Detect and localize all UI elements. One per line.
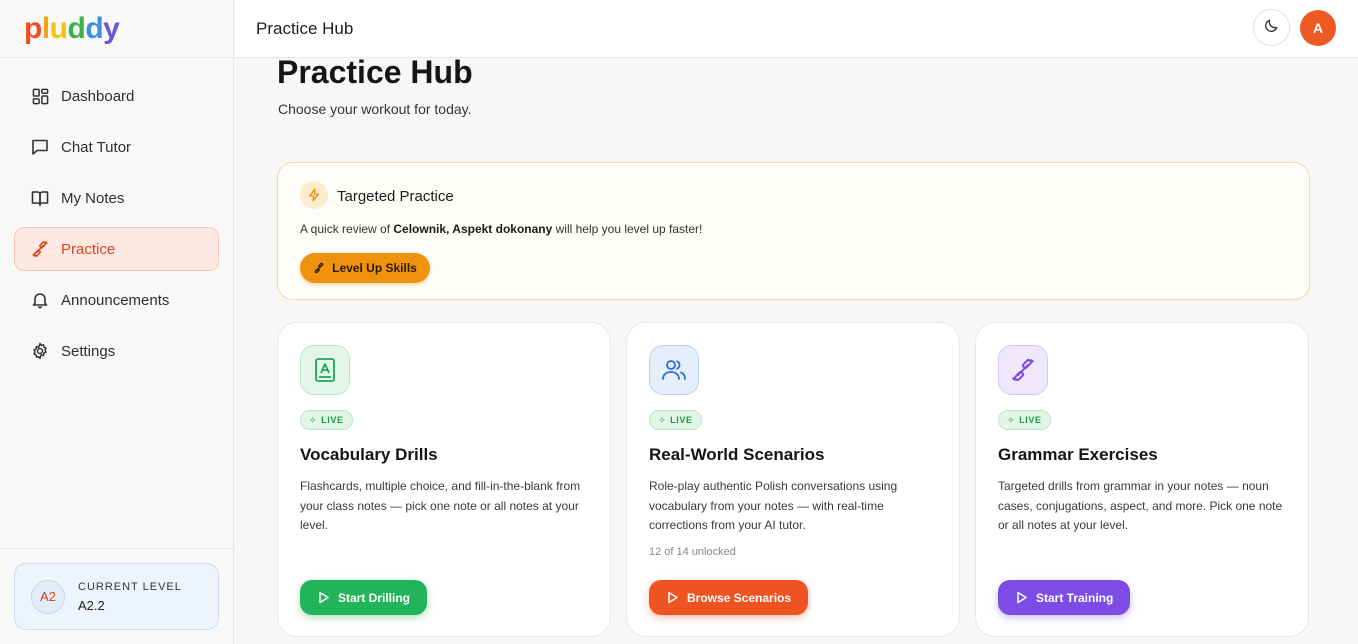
- live-badge: ✧ LIVE: [998, 410, 1051, 430]
- sidebar-item-label: Dashboard: [61, 87, 135, 105]
- sidebar-item-label: Settings: [61, 342, 116, 360]
- lightning-icon: [300, 181, 328, 209]
- logo-letter: d: [85, 11, 104, 45]
- level-up-skills-button[interactable]: Level Up Skills: [300, 253, 430, 283]
- play-icon: [1016, 591, 1028, 604]
- dumbbell-icon: [998, 345, 1048, 395]
- sparkle-icon: ✧: [1007, 414, 1016, 425]
- sidebar-item-settings[interactable]: Settings: [14, 329, 219, 373]
- sidebar-item-label: Announcements: [61, 291, 170, 309]
- header-title: Practice Hub: [256, 18, 354, 38]
- card-description: Role-play authentic Polish conversations…: [649, 479, 898, 532]
- badge-label: LIVE: [1019, 415, 1042, 425]
- level-value: A2.2: [78, 597, 105, 613]
- dumbbell-icon: [313, 262, 325, 274]
- logo-letter: l: [41, 11, 50, 45]
- badge-label: LIVE: [321, 415, 344, 425]
- flashcard-icon: [300, 345, 350, 395]
- logo-letter: p: [24, 11, 42, 45]
- sidebar-divider: [0, 548, 234, 549]
- sparkle-icon: ✧: [309, 414, 318, 425]
- grammar-exercises-card: ✧ LIVE Grammar Exercises Targeted drills …: [975, 322, 1309, 637]
- page-subtitle: Choose your workout for today.: [278, 101, 472, 117]
- dashboard-icon: [31, 87, 49, 105]
- level-badge: A2: [31, 579, 65, 614]
- targeted-practice-title: Targeted Practice: [337, 188, 454, 205]
- app-logo[interactable]: p l u d d y: [0, 0, 233, 58]
- targeted-text-suffix: will help you level up faster!: [552, 222, 703, 236]
- card-description: Targeted drills from grammar in your not…: [998, 479, 1283, 532]
- card-title: Grammar Exercises: [998, 445, 1158, 464]
- gear-icon: [31, 342, 49, 360]
- button-label: Browse Scenarios: [687, 590, 792, 605]
- level-label: CURRENT LEVEL: [78, 580, 182, 593]
- sidebar-item-label: My Notes: [61, 189, 125, 207]
- live-badge: ✧ LIVE: [649, 410, 702, 430]
- targeted-text-prefix: A quick review of: [300, 222, 394, 236]
- live-badge: ✧ LIVE: [300, 410, 353, 430]
- play-icon: [667, 591, 679, 604]
- page-title: Practice Hub: [277, 54, 473, 90]
- dumbbell-icon: [31, 240, 49, 258]
- card-description: Flashcards, multiple choice, and fill-in…: [300, 479, 581, 532]
- top-header: Practice Hub A: [234, 0, 1358, 58]
- start-training-button[interactable]: Start Training: [998, 580, 1131, 615]
- sidebar-item-announcements[interactable]: Announcements: [14, 278, 219, 322]
- book-icon: [31, 189, 49, 207]
- card-title: Vocabulary Drills: [300, 445, 438, 464]
- moon-icon: [1264, 18, 1279, 38]
- button-label: Start Drilling: [338, 590, 411, 605]
- real-world-scenarios-card: ✧ LIVE Real-World Scenarios Role-play aut…: [626, 322, 960, 637]
- card-title: Real-World Scenarios: [649, 445, 825, 464]
- logo-letter: y: [103, 11, 120, 45]
- browse-scenarios-button[interactable]: Browse Scenarios: [649, 580, 809, 615]
- sidebar-item-label: Chat Tutor: [61, 138, 132, 156]
- sidebar-item-my-notes[interactable]: My Notes: [14, 176, 219, 220]
- sidebar-item-label: Practice: [61, 240, 116, 258]
- bell-icon: [31, 291, 49, 309]
- sidebar-item-chat-tutor[interactable]: Chat Tutor: [14, 125, 219, 169]
- sidebar: p l u d d y Dashboard Chat Tutor My Note…: [0, 0, 234, 644]
- vocabulary-drills-card: ✧ LIVE Vocabulary Drills Flashcards, mult…: [277, 322, 611, 637]
- play-icon: [318, 591, 330, 604]
- sidebar-item-dashboard[interactable]: Dashboard: [14, 74, 219, 118]
- unlocked-count: 12 of 14 unlocked: [649, 546, 736, 558]
- start-drilling-button[interactable]: Start Drilling: [300, 580, 428, 615]
- user-avatar[interactable]: A: [1300, 10, 1336, 46]
- sidebar-nav: Dashboard Chat Tutor My Notes Practice A…: [0, 58, 233, 373]
- level-up-label: Level Up Skills: [332, 261, 417, 275]
- button-label: Start Training: [1036, 590, 1114, 605]
- chat-icon: [31, 138, 49, 156]
- users-icon: [649, 345, 699, 395]
- targeted-practice-card: Targeted Practice A quick review of Celo…: [277, 162, 1310, 300]
- targeted-practice-text: A quick review of Celownik, Aspekt dokon…: [300, 222, 702, 236]
- targeted-topics: Celownik, Aspekt dokonany: [393, 222, 553, 236]
- sidebar-item-practice[interactable]: Practice: [14, 227, 219, 271]
- logo-letter: u: [49, 11, 68, 45]
- badge-label: LIVE: [670, 415, 693, 425]
- current-level-card[interactable]: A2 CURRENT LEVEL A2.2: [14, 563, 219, 630]
- sparkle-icon: ✧: [658, 414, 667, 425]
- logo-letter: d: [67, 11, 86, 45]
- theme-toggle-button[interactable]: [1253, 9, 1290, 46]
